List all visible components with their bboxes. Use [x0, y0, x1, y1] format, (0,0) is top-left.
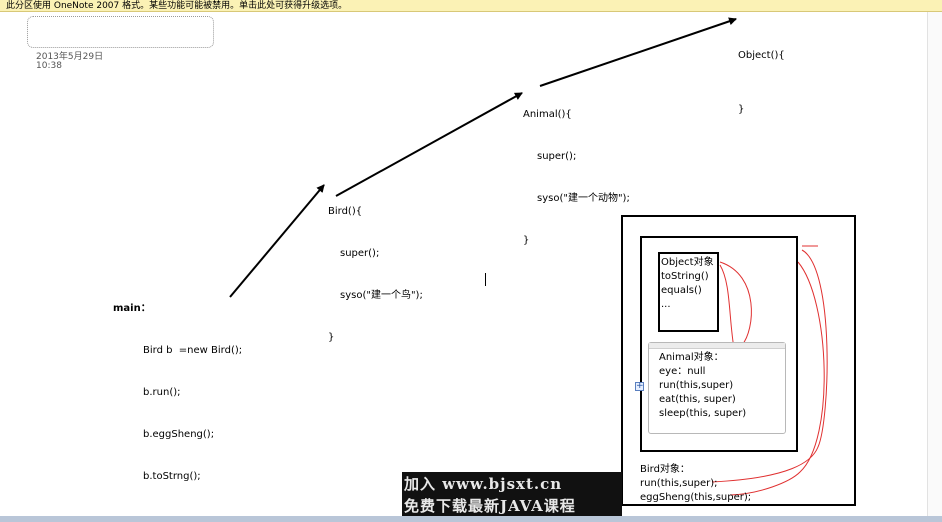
bird-syso: syso("建一个鸟");	[340, 290, 423, 301]
bird-close-brace: }	[328, 332, 335, 343]
watermark-banner: 加入 www.bjsxt.cn 免费下载最新JAVA课程	[402, 472, 622, 522]
bird-super-call: super();	[340, 248, 380, 259]
object-close-brace: }	[738, 104, 745, 115]
bird-constructor: Bird(){	[328, 206, 363, 217]
object-code-block[interactable]: Object(){ }	[738, 21, 785, 131]
banner-line-1: 加入 www.bjsxt.cn	[404, 475, 563, 493]
main-label: main：	[113, 303, 151, 314]
bird-box-eggsheng: eggSheng(this,super);	[640, 492, 752, 503]
move-handle-icon[interactable]: +	[635, 382, 644, 391]
animal-box-sleep: sleep(this, super)	[659, 408, 747, 419]
animal-super-call: super();	[537, 151, 577, 162]
bird-box-title: Bird对象：	[640, 464, 690, 475]
main-code-block[interactable]: main： Bird b =new Bird(); b.run(); b.egg…	[113, 274, 242, 498]
bird-object-text[interactable]: Bird对象： run(this,super); eggSheng(this,s…	[640, 463, 751, 505]
animal-close-brace: }	[523, 235, 530, 246]
animal-box-eye: eye：null	[659, 366, 706, 377]
taskbar	[0, 516, 942, 522]
animal-box-eat: eat(this, super)	[659, 394, 736, 405]
arrow-main-to-bird	[229, 184, 325, 298]
object-instance-box[interactable]: Object对象 toString() equals() ...	[658, 252, 719, 332]
animal-constructor: Animal(){	[523, 109, 572, 120]
animal-note-container[interactable]: Animal对象： eye：null run(this,super) eat(t…	[648, 342, 786, 434]
bird-box-run: run(this,super);	[640, 478, 718, 489]
bird-code-block[interactable]: Bird(){ super(); syso("建一个鸟"); }	[328, 177, 423, 359]
banner-line-2: 免费下载最新JAVA课程	[404, 497, 576, 515]
main-line-run: b.run();	[143, 387, 181, 398]
animal-box-title: Animal对象：	[659, 352, 724, 363]
main-line-new-bird: Bird b =new Bird();	[143, 345, 243, 356]
object-box-equals: equals()	[661, 285, 702, 296]
main-line-eggsheng: b.eggSheng();	[143, 429, 215, 440]
animal-syso: syso("建一个动物");	[537, 193, 630, 204]
animal-box-run: run(this,super)	[659, 380, 734, 391]
text-cursor	[485, 273, 486, 286]
object-box-tostring: toString()	[661, 271, 709, 282]
main-line-tostring: b.toStrng();	[143, 471, 201, 482]
animal-code-block[interactable]: Animal(){ super(); syso("建一个动物"); }	[523, 80, 630, 262]
object-box-ellipsis: ...	[661, 299, 671, 310]
arrow-animal-to-object	[539, 17, 737, 87]
note-container-grip[interactable]	[649, 343, 785, 349]
object-box-title: Object对象	[661, 257, 714, 268]
object-constructor: Object(){	[738, 50, 785, 61]
